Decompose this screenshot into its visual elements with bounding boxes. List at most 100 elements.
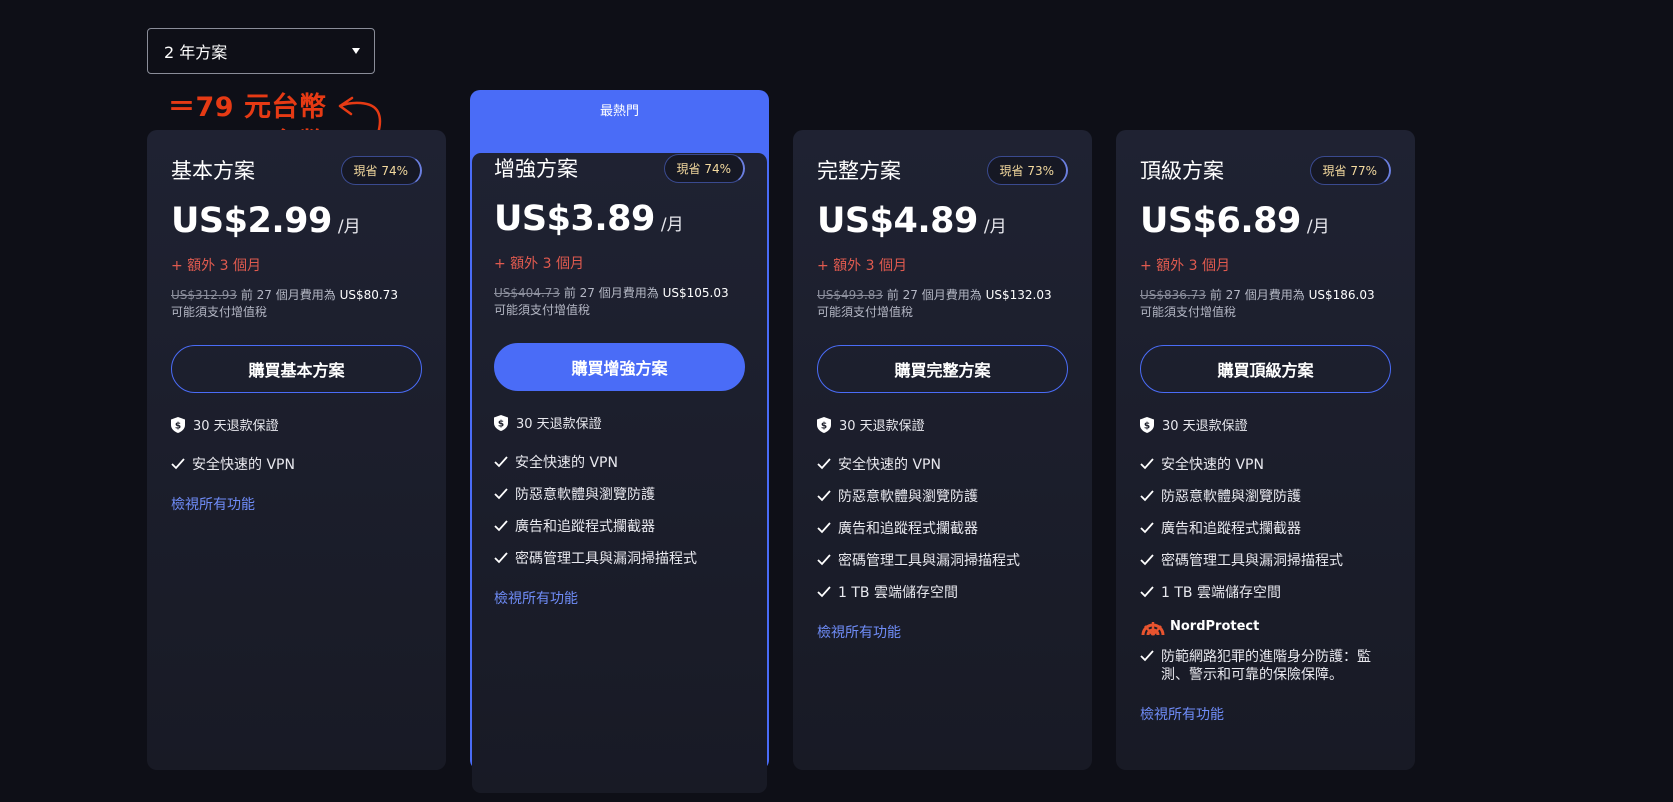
tax-note: 可能須支付增值稅: [1140, 305, 1237, 319]
feature-label: 1 TB 雲端儲存空間: [838, 585, 958, 601]
buy-basic-button[interactable]: 購買基本方案: [171, 345, 422, 393]
plan-name: 基本方案: [171, 159, 255, 183]
price-period: /月: [660, 215, 684, 235]
feature-label: 安全快速的 VPN: [515, 455, 618, 471]
view-all-features-link[interactable]: 檢視所有功能: [1140, 704, 1224, 724]
tax-note: 可能須支付增值稅: [171, 305, 268, 319]
chevron-down-icon: [352, 48, 360, 54]
feature-list: 安全快速的 VPN: [171, 456, 422, 474]
nordprotect-logo-text: NordProtect: [1170, 618, 1260, 634]
billing-details: US$836.73 前 27 個月費用為 US$186.03 可能須支付增值稅: [1140, 287, 1391, 321]
shield-dollar-icon: $: [171, 416, 185, 433]
price-period: /月: [1306, 217, 1330, 237]
check-icon: [1140, 522, 1154, 534]
svg-text:$: $: [1144, 421, 1150, 431]
check-icon: [1140, 586, 1154, 598]
feature-label: 安全快速的 VPN: [838, 457, 941, 473]
list-item: 防惡意軟體與瀏覽防護: [817, 488, 1068, 506]
list-item: 密碼管理工具與漏洞掃描程式: [494, 550, 745, 568]
plan-card-ultimate: 頂級方案 現省 77% US$6.89 /月 + 額外 3 個月 US$836.…: [1116, 130, 1415, 770]
check-icon: [494, 488, 508, 500]
feature-label: 防惡意軟體與瀏覽防護: [1161, 489, 1301, 505]
feature-label: 安全快速的 VPN: [1161, 457, 1264, 473]
plan-name: 增強方案: [494, 157, 578, 181]
savings-badge: 現省 73%: [986, 155, 1068, 185]
view-all-features-link[interactable]: 檢視所有功能: [494, 588, 578, 608]
check-icon: [817, 490, 831, 502]
feature-label: 密碼管理工具與漏洞掃描程式: [1161, 553, 1343, 569]
original-price: US$404.73: [494, 286, 561, 300]
view-all-features-link[interactable]: 檢視所有功能: [817, 622, 901, 642]
billing-details: US$312.93 前 27 個月費用為 US$80.73 可能須支付增值稅: [171, 287, 422, 321]
feature-label: 廣告和追蹤程式攔截器: [838, 521, 978, 537]
plan-card-basic: 基本方案 現省 74% US$2.99 /月 + 額外 3 個月 US$312.…: [147, 130, 446, 770]
guarantee-text: 30 天退款保證: [193, 419, 279, 434]
list-item: 防範網路犯罪的進階身分防護：監測、警示和可靠的保險保障。: [1140, 648, 1391, 684]
nordprotect-feature-list: 防範網路犯罪的進階身分防護：監測、警示和可靠的保險保障。: [1140, 648, 1391, 684]
check-icon: [494, 520, 508, 532]
billing-text: 前 27 個月費用為: [1206, 288, 1309, 302]
guarantee-text: 30 天退款保證: [516, 417, 602, 432]
list-item: 防惡意軟體與瀏覽防護: [1140, 488, 1391, 506]
list-item: 密碼管理工具與漏洞掃描程式: [817, 552, 1068, 570]
feature-label: 防惡意軟體與瀏覽防護: [838, 489, 978, 505]
feature-label: 廣告和追蹤程式攔截器: [515, 519, 655, 535]
view-all-features-link[interactable]: 檢視所有功能: [171, 494, 255, 514]
buy-plus-button[interactable]: 購買增強方案: [494, 343, 745, 391]
list-item: 1 TB 雲端儲存空間: [817, 584, 1068, 602]
check-icon: [1140, 554, 1154, 566]
feature-list: 安全快速的 VPN 防惡意軟體與瀏覽防護 廣告和追蹤程式攔截器 密碼管理工具與漏…: [494, 454, 745, 568]
plan-price: US$2.99: [171, 201, 332, 241]
savings-badge: 現省 74%: [340, 155, 422, 185]
check-icon: [494, 456, 508, 468]
check-icon: [1140, 458, 1154, 470]
money-back-guarantee: $ 30 天退款保證: [1140, 415, 1391, 434]
check-icon: [1140, 650, 1154, 662]
plan-card-plus-featured: 最熱門 增強方案 現省 74% US$3.89 /月 + 額外 3 個月 US$…: [470, 90, 769, 793]
most-popular-banner: 最熱門: [599, 103, 639, 119]
extra-months: + 額外 3 個月: [817, 258, 907, 274]
nordprotect-rays-icon: [1141, 622, 1165, 636]
shield-dollar-icon: $: [1140, 416, 1154, 433]
price-period: /月: [983, 217, 1007, 237]
billing-total: US$186.03: [1308, 288, 1375, 302]
feature-label: 防惡意軟體與瀏覽防護: [515, 487, 655, 503]
plan-name: 完整方案: [817, 159, 901, 183]
check-icon: [817, 586, 831, 598]
feature-label: 密碼管理工具與漏洞掃描程式: [515, 551, 697, 567]
billing-total: US$132.03: [985, 288, 1052, 302]
list-item: 密碼管理工具與漏洞掃描程式: [1140, 552, 1391, 570]
plan-duration-select[interactable]: 2 年方案: [147, 28, 375, 74]
check-icon: [817, 458, 831, 470]
list-item: 安全快速的 VPN: [171, 456, 422, 474]
list-item: 廣告和追蹤程式攔截器: [494, 518, 745, 536]
check-icon: [817, 522, 831, 534]
list-item: 安全快速的 VPN: [817, 456, 1068, 474]
plan-name: 頂級方案: [1140, 159, 1224, 183]
guarantee-text: 30 天退款保證: [839, 419, 925, 434]
list-item: 安全快速的 VPN: [494, 454, 745, 472]
check-icon: [171, 458, 185, 470]
list-item: 廣告和追蹤程式攔截器: [1140, 520, 1391, 538]
original-price: US$493.83: [817, 288, 884, 302]
money-back-guarantee: $ 30 天退款保證: [494, 413, 745, 432]
plan-price: US$4.89: [817, 201, 978, 241]
plan-price: US$3.89: [494, 199, 655, 239]
check-icon: [817, 554, 831, 566]
original-price: US$836.73: [1140, 288, 1207, 302]
money-back-guarantee: $ 30 天退款保證: [171, 415, 422, 434]
extra-months: + 額外 3 個月: [171, 258, 261, 274]
feature-list: 安全快速的 VPN 防惡意軟體與瀏覽防護 廣告和追蹤程式攔截器 密碼管理工具與漏…: [1140, 456, 1391, 602]
tax-note: 可能須支付增值稅: [494, 303, 591, 317]
billing-total: US$80.73: [339, 288, 398, 302]
billing-text: 前 27 個月費用為: [883, 288, 986, 302]
extra-months: + 額外 3 個月: [494, 256, 584, 272]
svg-text:$: $: [498, 419, 504, 429]
buy-complete-button[interactable]: 購買完整方案: [817, 345, 1068, 393]
billing-text: 前 27 個月費用為: [237, 288, 340, 302]
buy-ultimate-button[interactable]: 購買頂級方案: [1140, 345, 1391, 393]
feature-label: 安全快速的 VPN: [192, 457, 295, 473]
nordprotect-logo: NordProtect: [1140, 616, 1391, 636]
list-item: 1 TB 雲端儲存空間: [1140, 584, 1391, 602]
billing-details: US$404.73 前 27 個月費用為 US$105.03 可能須支付增值稅: [494, 285, 745, 319]
